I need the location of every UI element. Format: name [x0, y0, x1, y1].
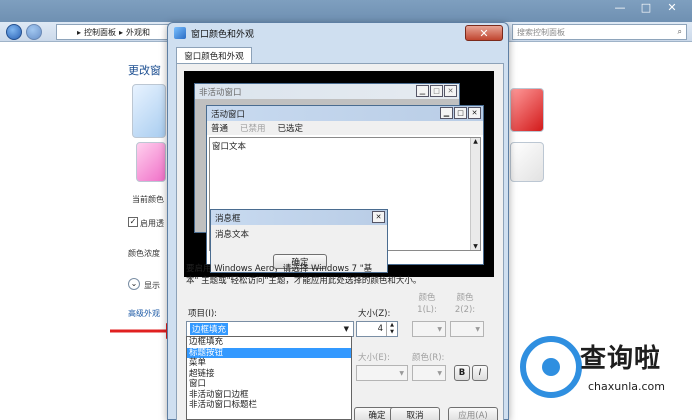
apply-button[interactable]: 应用(A) — [448, 407, 498, 420]
font-color-label: 颜色(R): — [412, 353, 445, 363]
chevron-down-icon: ▼ — [343, 325, 349, 333]
preview-msgbox-title: 消息框 — [215, 213, 241, 224]
maximize-button[interactable]: □ — [636, 1, 656, 14]
dialog-title: 窗口颜色和外观 — [191, 29, 255, 40]
dropdown-option-selected[interactable]: 标题按钮 — [187, 347, 351, 358]
dropdown-option[interactable]: 边框填充 — [187, 337, 351, 348]
preview-inactive-titlebar: 非活动窗口 ▁ □ ✕ — [195, 84, 459, 99]
preview-menubar: 普通 已禁用 已选定 — [207, 121, 483, 135]
chevron-right-icon: ▸ — [77, 27, 82, 37]
chevron-down-icon: ▼ — [437, 325, 442, 333]
maximize-icon: □ — [454, 107, 467, 119]
size-spinner[interactable]: 4 ▲ ▼ — [356, 321, 398, 337]
italic-toggle[interactable]: I — [472, 365, 488, 381]
watermark-logo-dot — [542, 358, 560, 376]
scroll-up-icon: ▲ — [473, 138, 478, 145]
appearance-preview: 非活动窗口 ▁ □ ✕ 活动窗口 ▁ □ ✕ 普通 已禁用 已选定 窗口文本 ▲ ▼ — [184, 71, 494, 277]
close-icon: ✕ — [372, 211, 385, 223]
chevron-down-icon: ▼ — [399, 369, 404, 377]
address-bar[interactable]: ▸ 控制面板 ▸ 外观和 — [56, 24, 174, 40]
dialog-close-button[interactable]: ✕ — [465, 25, 503, 41]
show-mixer-label[interactable]: 显示 — [144, 280, 160, 291]
bold-toggle[interactable]: B — [454, 365, 470, 381]
preview-active-title: 活动窗口 — [211, 109, 246, 120]
chevron-down-icon: ▼ — [437, 369, 442, 377]
preview-msgbox-text: 消息文本 — [215, 230, 250, 240]
preview-window-text: 窗口文本 — [212, 142, 247, 152]
background-window-titlebar — [0, 0, 692, 22]
close-button[interactable]: ✕ — [662, 1, 682, 14]
minimize-button[interactable]: — — [610, 1, 630, 14]
search-placeholder: 搜索控制面板 — [517, 27, 565, 37]
color-swatch-sky[interactable] — [132, 84, 166, 138]
back-arrow-icon[interactable] — [6, 24, 22, 40]
color-swatch-red[interactable] — [510, 88, 544, 132]
transparency-label: 启用透 — [140, 219, 164, 228]
dropdown-option[interactable]: 窗口 — [187, 379, 351, 390]
color-swatch-white[interactable] — [510, 142, 544, 182]
scroll-down-icon: ▼ — [473, 243, 478, 250]
preview-menu-normal: 普通 — [211, 124, 229, 134]
chevron-down-icon: ▼ — [475, 325, 480, 333]
size-label: 大小(Z): — [358, 309, 391, 319]
breadcrumb-control-panel[interactable]: 控制面板 — [84, 27, 116, 38]
size-value: 4 — [377, 324, 383, 334]
item-dropdown-list[interactable]: 边框填充 标题按钮 菜单 超链接 窗口 非活动窗口边框 非活动窗口标题栏 — [186, 336, 352, 420]
close-icon: ✕ — [468, 107, 481, 119]
item-select[interactable]: 边框填充 ▼ — [186, 321, 354, 337]
color1-picker[interactable]: ▼ — [412, 321, 446, 337]
preview-inactive-title: 非活动窗口 — [199, 87, 242, 98]
color-swatch-pink[interactable] — [136, 142, 166, 182]
current-color-label: 当前颜色 — [132, 195, 164, 204]
close-icon: ✕ — [444, 85, 457, 97]
cancel-button[interactable]: 取消 — [390, 407, 440, 420]
tab-window-color[interactable]: 窗口颜色和外观 — [176, 47, 252, 64]
spinner-arrows-icon[interactable]: ▲ ▼ — [386, 322, 397, 336]
dropdown-option[interactable]: 非活动窗口边框 — [187, 390, 351, 401]
page-title: 更改窗 — [128, 64, 161, 77]
font-size-select[interactable]: ▼ — [356, 365, 408, 381]
dropdown-option[interactable]: 非活动窗口标题栏 — [187, 400, 351, 411]
font-size-label: 大小(E): — [358, 353, 390, 363]
preview-menu-selected: 已选定 — [277, 124, 304, 134]
aero-description-line2: 本" 主题或"轻松访问"主题，才能应用此处选择的颜色和大小。 — [186, 276, 422, 286]
minimize-icon: ▁ — [416, 85, 429, 97]
minimize-icon: ▁ — [440, 107, 453, 119]
item-label: 项目(I): — [188, 309, 218, 319]
watermark-brand: 查询啦 — [580, 344, 662, 374]
dropdown-option[interactable]: 菜单 — [187, 358, 351, 369]
preview-scrollbar: ▲ ▼ — [470, 138, 480, 250]
preview-active-titlebar: 活动窗口 ▁ □ ✕ — [207, 106, 483, 121]
preview-msgbox-titlebar: 消息框 ✕ — [211, 210, 387, 225]
chevron-right-icon: ▸ — [119, 27, 124, 37]
maximize-icon: □ — [430, 85, 443, 97]
chevron-down-icon[interactable]: ⌄ — [128, 278, 140, 290]
breadcrumb-appearance[interactable]: 外观和 — [126, 27, 150, 38]
font-color-picker[interactable]: ▼ — [412, 365, 446, 381]
color2-label-bottom: 2(2): — [454, 305, 476, 315]
color-intensity-label: 颜色浓度 — [128, 249, 160, 258]
color1-label-bottom: 1(L): — [417, 305, 437, 315]
search-icon: ⌕ — [677, 27, 682, 36]
aero-description: 要启用 Windows Aero，请选择 Windows 7 "基 本" 主题或… — [186, 263, 498, 287]
watermark-url: chaxunla.com — [588, 380, 665, 393]
preview-menu-disabled: 已禁用 — [240, 124, 266, 134]
color2-label-top: 颜色 — [456, 293, 474, 303]
dropdown-option[interactable]: 超链接 — [187, 369, 351, 380]
item-select-value: 边框填充 — [190, 323, 229, 335]
aero-description-line1: 要启用 Windows Aero，请选择 Windows 7 "基 — [186, 264, 373, 274]
dialog-app-icon — [174, 27, 186, 39]
transparency-checkbox[interactable]: ✓ — [128, 217, 138, 227]
watermark-logo-icon — [520, 336, 582, 398]
color1-label-top: 颜色 — [418, 293, 436, 303]
color2-picker[interactable]: ▼ — [450, 321, 484, 337]
forward-arrow-icon[interactable] — [26, 24, 42, 40]
advanced-appearance-link[interactable]: 高级外观 — [128, 308, 160, 319]
search-input[interactable]: 搜索控制面板 ⌕ — [512, 24, 687, 40]
dialog-titlebar: 窗口颜色和外观 — [168, 23, 508, 43]
